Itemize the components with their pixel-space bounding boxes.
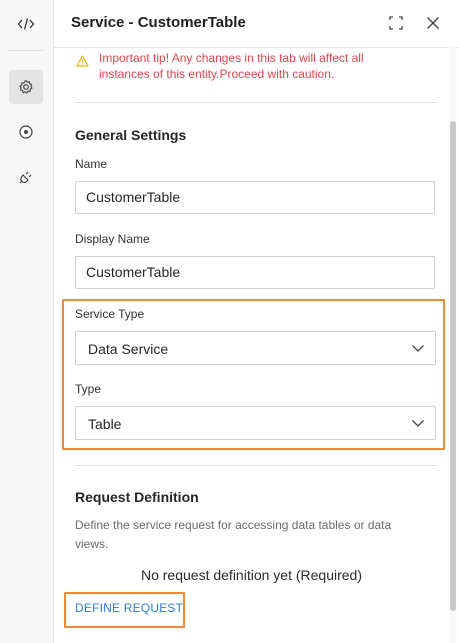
close-icon[interactable] (422, 12, 444, 34)
expand-icon[interactable] (385, 12, 407, 34)
panel-header: Service - CustomerTable (71, 12, 459, 34)
scrollbar-thumb[interactable] (450, 121, 456, 611)
define-request-button[interactable]: DEFINE REQUEST (75, 601, 183, 615)
code-icon[interactable] (9, 7, 43, 41)
request-description: Define the service request for accessing… (75, 518, 392, 551)
plug-icon[interactable] (9, 160, 43, 194)
side-rail (0, 0, 54, 643)
type-select[interactable]: Table (75, 406, 436, 440)
warning-text: Important tip! Any changes in this tab w… (99, 51, 364, 81)
gear-icon[interactable] (9, 70, 43, 104)
warning-icon (76, 55, 89, 71)
properties-panel: Service - CustomerTable Important tip! A… (54, 0, 459, 643)
target-icon[interactable] (9, 115, 43, 149)
service-type-value: Data Service (88, 341, 169, 357)
display-name-input[interactable]: CustomerTable (75, 256, 435, 289)
type-value: Table (88, 416, 122, 432)
header-divider (54, 47, 459, 48)
request-empty-note: No request definition yet (Required) (140, 567, 362, 583)
name-input[interactable]: CustomerTable (75, 181, 435, 214)
rail-divider (8, 50, 44, 51)
request-definition-title: Request Definition (75, 489, 199, 505)
name-label: Name (75, 157, 108, 171)
chevron-down-icon (411, 341, 425, 360)
service-type-label: Service Type (75, 307, 145, 321)
display-name-label: Display Name (75, 232, 150, 246)
general-settings-title: General Settings (75, 127, 187, 143)
type-label: Type (75, 382, 102, 396)
divider (75, 102, 437, 103)
panel-title: Service - CustomerTable (71, 14, 246, 31)
chevron-down-icon (411, 416, 425, 435)
divider (75, 465, 437, 466)
service-type-select[interactable]: Data Service (75, 331, 436, 365)
